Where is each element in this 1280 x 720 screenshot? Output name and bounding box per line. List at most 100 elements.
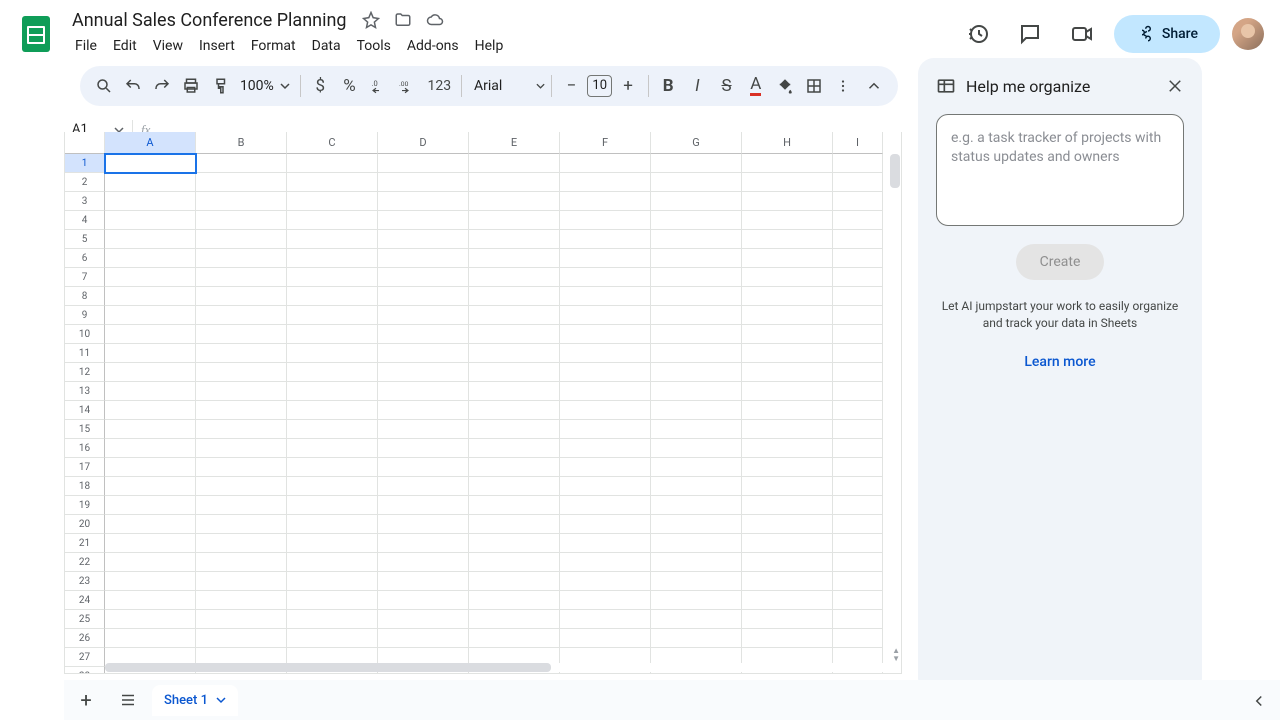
cell[interactable] <box>287 363 378 382</box>
collapse-sidepanel-icon[interactable] <box>1250 692 1268 710</box>
cell[interactable] <box>196 534 287 553</box>
cell[interactable] <box>560 420 651 439</box>
more-toolbar-icon[interactable] <box>830 71 857 101</box>
increase-decimal-icon[interactable]: .00 <box>394 71 421 101</box>
cell[interactable] <box>196 173 287 192</box>
cell[interactable] <box>651 591 742 610</box>
percent-icon[interactable]: % <box>336 71 363 101</box>
cell[interactable] <box>469 230 560 249</box>
cell[interactable] <box>378 230 469 249</box>
cell[interactable] <box>378 496 469 515</box>
cell[interactable] <box>287 591 378 610</box>
column-header[interactable]: A <box>105 132 196 154</box>
cell[interactable] <box>651 553 742 572</box>
cell[interactable] <box>742 249 833 268</box>
cloud-status-icon[interactable] <box>423 8 447 32</box>
cell[interactable] <box>742 306 833 325</box>
decrease-font-size-icon[interactable]: − <box>558 71 585 101</box>
spreadsheet-grid[interactable]: ABCDEFGHI 123456789101112131415161718192… <box>64 132 902 674</box>
cell[interactable] <box>287 325 378 344</box>
cell[interactable] <box>378 154 469 173</box>
row-header[interactable]: 26 <box>65 629 105 648</box>
cell[interactable] <box>833 230 883 249</box>
row-header[interactable]: 19 <box>65 496 105 515</box>
cell[interactable] <box>196 629 287 648</box>
cell[interactable] <box>105 572 196 591</box>
cell[interactable] <box>833 154 883 173</box>
cell[interactable] <box>196 192 287 211</box>
row-header[interactable]: 9 <box>65 306 105 325</box>
cell[interactable] <box>742 230 833 249</box>
cell[interactable] <box>105 154 196 173</box>
zoom-dropdown[interactable]: 100% <box>236 78 294 94</box>
cell[interactable] <box>287 477 378 496</box>
cell[interactable] <box>378 534 469 553</box>
cell[interactable] <box>651 306 742 325</box>
cell[interactable] <box>378 382 469 401</box>
cell[interactable] <box>287 344 378 363</box>
cell[interactable] <box>560 192 651 211</box>
vertical-scrollbar[interactable]: ▲▼ <box>890 154 900 663</box>
column-header[interactable]: G <box>651 132 742 154</box>
cell[interactable] <box>833 306 883 325</box>
cell[interactable] <box>196 268 287 287</box>
cell[interactable] <box>651 401 742 420</box>
cell[interactable] <box>742 344 833 363</box>
cell[interactable] <box>560 534 651 553</box>
cell[interactable] <box>469 629 560 648</box>
cell[interactable] <box>469 458 560 477</box>
history-icon[interactable] <box>958 14 998 54</box>
redo-icon[interactable] <box>148 71 175 101</box>
italic-button[interactable]: I <box>684 71 711 101</box>
row-header[interactable]: 20 <box>65 515 105 534</box>
cell[interactable] <box>469 591 560 610</box>
cell[interactable] <box>742 382 833 401</box>
font-size-input[interactable]: 10 <box>587 75 613 97</box>
column-header[interactable]: F <box>560 132 651 154</box>
cell[interactable] <box>833 610 883 629</box>
cell[interactable] <box>287 230 378 249</box>
cell[interactable] <box>742 268 833 287</box>
row-header[interactable]: 25 <box>65 610 105 629</box>
cell[interactable] <box>196 610 287 629</box>
cell[interactable] <box>651 344 742 363</box>
cell[interactable] <box>196 496 287 515</box>
cell[interactable] <box>651 230 742 249</box>
cell[interactable] <box>469 477 560 496</box>
cell[interactable] <box>833 363 883 382</box>
search-icon[interactable] <box>90 71 117 101</box>
cell[interactable] <box>560 610 651 629</box>
row-header[interactable]: 14 <box>65 401 105 420</box>
cell[interactable] <box>287 572 378 591</box>
menu-format[interactable]: Format <box>244 34 303 58</box>
cell[interactable] <box>469 287 560 306</box>
cell[interactable] <box>742 401 833 420</box>
cell[interactable] <box>833 458 883 477</box>
cell[interactable] <box>378 268 469 287</box>
cell[interactable] <box>105 306 196 325</box>
menu-data[interactable]: Data <box>305 34 348 58</box>
cell[interactable] <box>196 363 287 382</box>
row-header[interactable]: 7 <box>65 268 105 287</box>
cell[interactable] <box>105 268 196 287</box>
row-header[interactable]: 10 <box>65 325 105 344</box>
cell[interactable] <box>651 439 742 458</box>
row-header[interactable]: 16 <box>65 439 105 458</box>
cell[interactable] <box>651 382 742 401</box>
print-icon[interactable] <box>178 71 205 101</box>
cell[interactable] <box>196 458 287 477</box>
cell[interactable] <box>651 268 742 287</box>
cell[interactable] <box>196 306 287 325</box>
cell[interactable] <box>105 629 196 648</box>
cell[interactable] <box>833 496 883 515</box>
cell[interactable] <box>560 173 651 192</box>
cell[interactable] <box>287 154 378 173</box>
cell[interactable] <box>742 572 833 591</box>
cell[interactable] <box>378 344 469 363</box>
cell[interactable] <box>287 496 378 515</box>
cell[interactable] <box>287 382 378 401</box>
cell[interactable] <box>560 230 651 249</box>
cell[interactable] <box>742 477 833 496</box>
cell[interactable] <box>560 439 651 458</box>
cell[interactable] <box>469 268 560 287</box>
